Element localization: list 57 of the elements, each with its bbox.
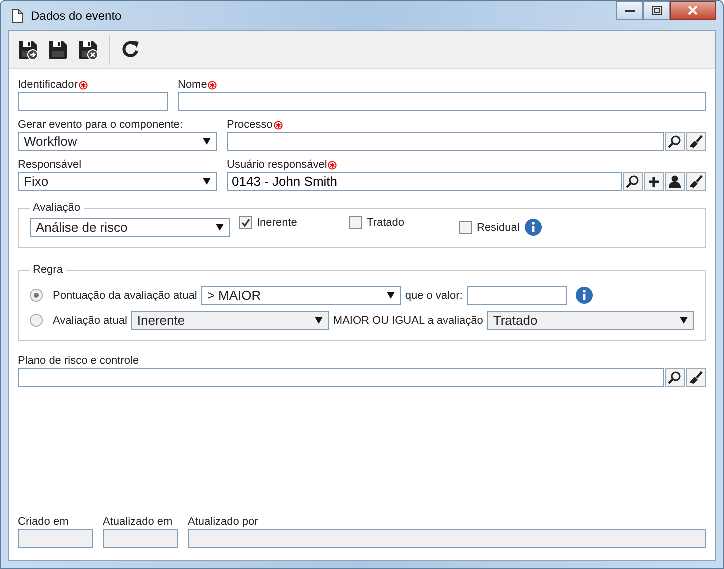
checkbox-label: Inerente bbox=[257, 216, 298, 228]
dropdown[interactable]: Workflow bbox=[18, 132, 217, 151]
field-label: Atualizado em bbox=[103, 515, 173, 529]
text-field[interactable] bbox=[18, 92, 168, 111]
dropdown[interactable]: Inerente bbox=[131, 311, 330, 330]
field-label: Responsável bbox=[18, 158, 82, 172]
checkbox-label: Residual bbox=[477, 222, 520, 234]
document-icon bbox=[12, 8, 23, 22]
minimize-icon bbox=[624, 8, 634, 12]
field-label: Criado em bbox=[18, 515, 69, 529]
field-label: Usuário responsável bbox=[227, 158, 338, 172]
field-label: Atualizado por bbox=[188, 515, 258, 529]
text-field[interactable] bbox=[227, 132, 664, 151]
search-button[interactable] bbox=[665, 132, 685, 151]
info-icon[interactable] bbox=[524, 219, 542, 236]
read-only-field[interactable] bbox=[18, 529, 93, 548]
checkbox-label: Tratado bbox=[367, 216, 405, 228]
dropdown[interactable]: Análise de risco bbox=[30, 218, 230, 237]
field-label: Identificador bbox=[18, 78, 88, 92]
window-title: Dados do evento bbox=[31, 8, 122, 22]
dropdown[interactable]: > MAIOR bbox=[201, 286, 402, 305]
field-label: Gerar evento para o componente: bbox=[18, 118, 184, 132]
field-label: MAIOR OU IGUAL a avaliação bbox=[333, 314, 484, 326]
field-label: Processo bbox=[227, 118, 283, 132]
radio-label: Avaliação atual bbox=[53, 314, 128, 326]
minimize-button[interactable] bbox=[616, 1, 643, 20]
field-label: Nome bbox=[178, 78, 218, 92]
read-only-field[interactable] bbox=[188, 529, 706, 548]
text-field[interactable]: 0143 - John Smith bbox=[227, 172, 622, 191]
maximize-icon bbox=[652, 6, 662, 15]
group-title: Regra bbox=[32, 264, 64, 276]
text-field[interactable] bbox=[178, 92, 706, 111]
clear-button[interactable] bbox=[686, 172, 706, 191]
checkbox[interactable] bbox=[459, 221, 472, 234]
info-icon[interactable] bbox=[576, 287, 593, 304]
maximize-button[interactable] bbox=[643, 1, 670, 20]
add-button[interactable] bbox=[644, 172, 664, 191]
text-field[interactable] bbox=[18, 368, 664, 387]
checkbox[interactable] bbox=[239, 216, 252, 229]
dropdown[interactable]: Tratado bbox=[487, 311, 694, 330]
read-only-field[interactable] bbox=[103, 529, 178, 548]
radio-label: Pontuação da avaliação atual bbox=[53, 290, 198, 302]
search-button[interactable] bbox=[623, 172, 643, 191]
search-button[interactable] bbox=[665, 368, 685, 387]
close-icon bbox=[688, 6, 698, 15]
radio-button[interactable] bbox=[30, 289, 43, 302]
field-label: que o valor: bbox=[405, 290, 463, 302]
value-field[interactable] bbox=[466, 286, 567, 305]
clear-button[interactable] bbox=[686, 132, 706, 151]
radio-button[interactable] bbox=[30, 314, 43, 327]
close-button[interactable] bbox=[670, 1, 716, 20]
dropdown[interactable]: Fixo bbox=[18, 172, 217, 191]
group-title: Avaliação bbox=[32, 202, 82, 214]
user-button[interactable] bbox=[665, 172, 685, 191]
field-label: Plano de risco e controle bbox=[18, 354, 140, 368]
clear-button[interactable] bbox=[686, 368, 706, 387]
checkbox[interactable] bbox=[349, 216, 362, 229]
